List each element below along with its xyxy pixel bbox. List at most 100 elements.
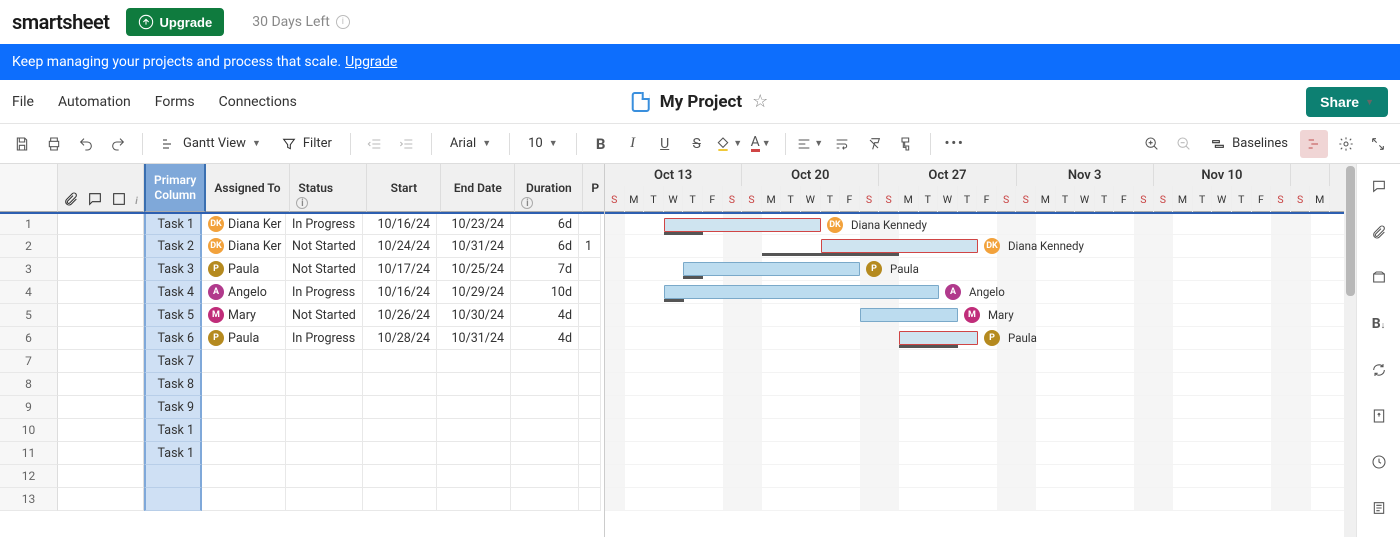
redo-icon[interactable] <box>104 130 132 158</box>
cell-start[interactable] <box>363 350 437 373</box>
cell-duration[interactable] <box>511 465 579 488</box>
cell-primary[interactable]: Task 4 <box>144 281 202 304</box>
gantt-bar[interactable] <box>664 218 821 232</box>
cell-start[interactable]: 10/16/24 <box>363 214 437 235</box>
row-attach[interactable] <box>58 235 144 258</box>
cell-predecessor[interactable] <box>579 304 601 327</box>
cell-predecessor[interactable] <box>579 327 601 350</box>
cell-start[interactable]: 10/28/24 <box>363 327 437 350</box>
more-icon[interactable]: ••• <box>941 130 969 158</box>
share-button[interactable]: Share▼ <box>1306 87 1388 117</box>
cell-primary[interactable]: Task 6 <box>144 327 202 350</box>
info-icon[interactable]: i <box>336 15 350 29</box>
column-header-primary[interactable]: Primary Column <box>144 164 206 212</box>
cell-status[interactable] <box>286 419 363 442</box>
cell-start[interactable] <box>363 373 437 396</box>
gantt-row[interactable]: AAngelo <box>605 281 1356 304</box>
column-header-predecessor[interactable]: P <box>583 164 605 212</box>
cell-status[interactable]: Not Started <box>286 235 363 258</box>
cell-assigned[interactable] <box>202 396 286 419</box>
cell-assigned[interactable]: DKDiana Ker <box>202 214 286 235</box>
cell-primary[interactable] <box>144 465 202 488</box>
cell-predecessor[interactable] <box>579 214 601 235</box>
summary-icon[interactable] <box>1365 494 1393 522</box>
cell-status[interactable] <box>286 488 363 511</box>
row-attach[interactable] <box>58 396 144 419</box>
table-row[interactable]: 11Task 1 <box>0 442 604 465</box>
cell-predecessor[interactable]: 1 <box>579 235 601 258</box>
gantt-scrollbar[interactable] <box>1344 164 1356 537</box>
gantt-row[interactable]: MMary <box>605 304 1356 327</box>
row-attach[interactable] <box>58 327 144 350</box>
cell-status[interactable]: Not Started <box>286 304 363 327</box>
print-icon[interactable] <box>40 130 68 158</box>
cell-duration[interactable]: 6d <box>511 214 579 235</box>
cell-duration[interactable] <box>511 419 579 442</box>
cell-end[interactable]: 10/31/24 <box>437 327 511 350</box>
row-number[interactable]: 13 <box>0 488 58 511</box>
cell-assigned[interactable] <box>202 419 286 442</box>
favorite-star-icon[interactable]: ☆ <box>752 91 768 112</box>
cell-assigned[interactable]: AAngelo <box>202 281 286 304</box>
cell-predecessor[interactable] <box>579 419 601 442</box>
logo[interactable]: smartsheet <box>12 10 110 34</box>
row-attach[interactable] <box>58 214 144 235</box>
cell-start[interactable]: 10/16/24 <box>363 281 437 304</box>
cell-start[interactable]: 10/17/24 <box>363 258 437 281</box>
cell-predecessor[interactable] <box>579 281 601 304</box>
row-number[interactable]: 5 <box>0 304 58 327</box>
text-color-icon[interactable]: A▼ <box>747 130 775 158</box>
cell-assigned[interactable] <box>202 350 286 373</box>
cell-predecessor[interactable] <box>579 350 601 373</box>
cell-start[interactable]: 10/26/24 <box>363 304 437 327</box>
row-attach[interactable] <box>58 350 144 373</box>
cell-end[interactable]: 10/29/24 <box>437 281 511 304</box>
cell-status[interactable] <box>286 465 363 488</box>
save-icon[interactable] <box>8 130 36 158</box>
cell-duration[interactable] <box>511 396 579 419</box>
view-selector[interactable]: Gantt View▼ <box>153 130 269 158</box>
sheet-title[interactable]: My Project <box>660 92 742 112</box>
gantt-row[interactable]: DKDiana Kennedy <box>605 235 1356 258</box>
cell-end[interactable] <box>437 350 511 373</box>
cell-start[interactable] <box>363 419 437 442</box>
cell-assigned[interactable]: PPaula <box>202 258 286 281</box>
wrap-icon[interactable] <box>828 130 856 158</box>
table-row[interactable]: 8Task 8 <box>0 373 604 396</box>
gantt-row[interactable]: PPaula <box>605 258 1356 281</box>
cell-status[interactable] <box>286 396 363 419</box>
table-row[interactable]: 12 <box>0 465 604 488</box>
publish-icon[interactable] <box>1365 402 1393 430</box>
cell-end[interactable] <box>437 488 511 511</box>
cell-assigned[interactable] <box>202 465 286 488</box>
cell-start[interactable] <box>363 465 437 488</box>
row-number[interactable]: 2 <box>0 235 58 258</box>
cell-primary[interactable]: Task 9 <box>144 396 202 419</box>
filter-button[interactable]: Filter <box>273 130 340 158</box>
gantt-row[interactable] <box>605 419 1356 442</box>
conversations-icon[interactable] <box>1365 172 1393 200</box>
cell-status[interactable]: In Progress <box>286 214 363 235</box>
gantt-bar[interactable] <box>899 331 978 345</box>
cell-assigned[interactable] <box>202 373 286 396</box>
update-requests-icon[interactable] <box>1365 356 1393 384</box>
row-attach[interactable] <box>58 465 144 488</box>
attachment-header[interactable]: i <box>58 164 144 212</box>
row-number[interactable]: 8 <box>0 373 58 396</box>
cell-duration[interactable]: 4d <box>511 304 579 327</box>
gantt-bar[interactable] <box>664 285 939 299</box>
gantt-row[interactable]: DKDiana Kennedy <box>605 212 1356 235</box>
gantt-row[interactable] <box>605 350 1356 373</box>
proofs-icon[interactable] <box>1365 264 1393 292</box>
cell-assigned[interactable]: DKDiana Ker <box>202 235 286 258</box>
clear-format-icon[interactable] <box>860 130 888 158</box>
cell-predecessor[interactable] <box>579 396 601 419</box>
row-number[interactable]: 6 <box>0 327 58 350</box>
cell-end[interactable]: 10/31/24 <box>437 235 511 258</box>
gantt-row[interactable]: PPaula <box>605 327 1356 350</box>
gantt-row[interactable] <box>605 488 1356 511</box>
cell-status[interactable]: In Progress <box>286 327 363 350</box>
cell-end[interactable]: 10/23/24 <box>437 214 511 235</box>
bold-icon[interactable]: B <box>587 130 615 158</box>
cell-primary[interactable]: Task 2 <box>144 235 202 258</box>
